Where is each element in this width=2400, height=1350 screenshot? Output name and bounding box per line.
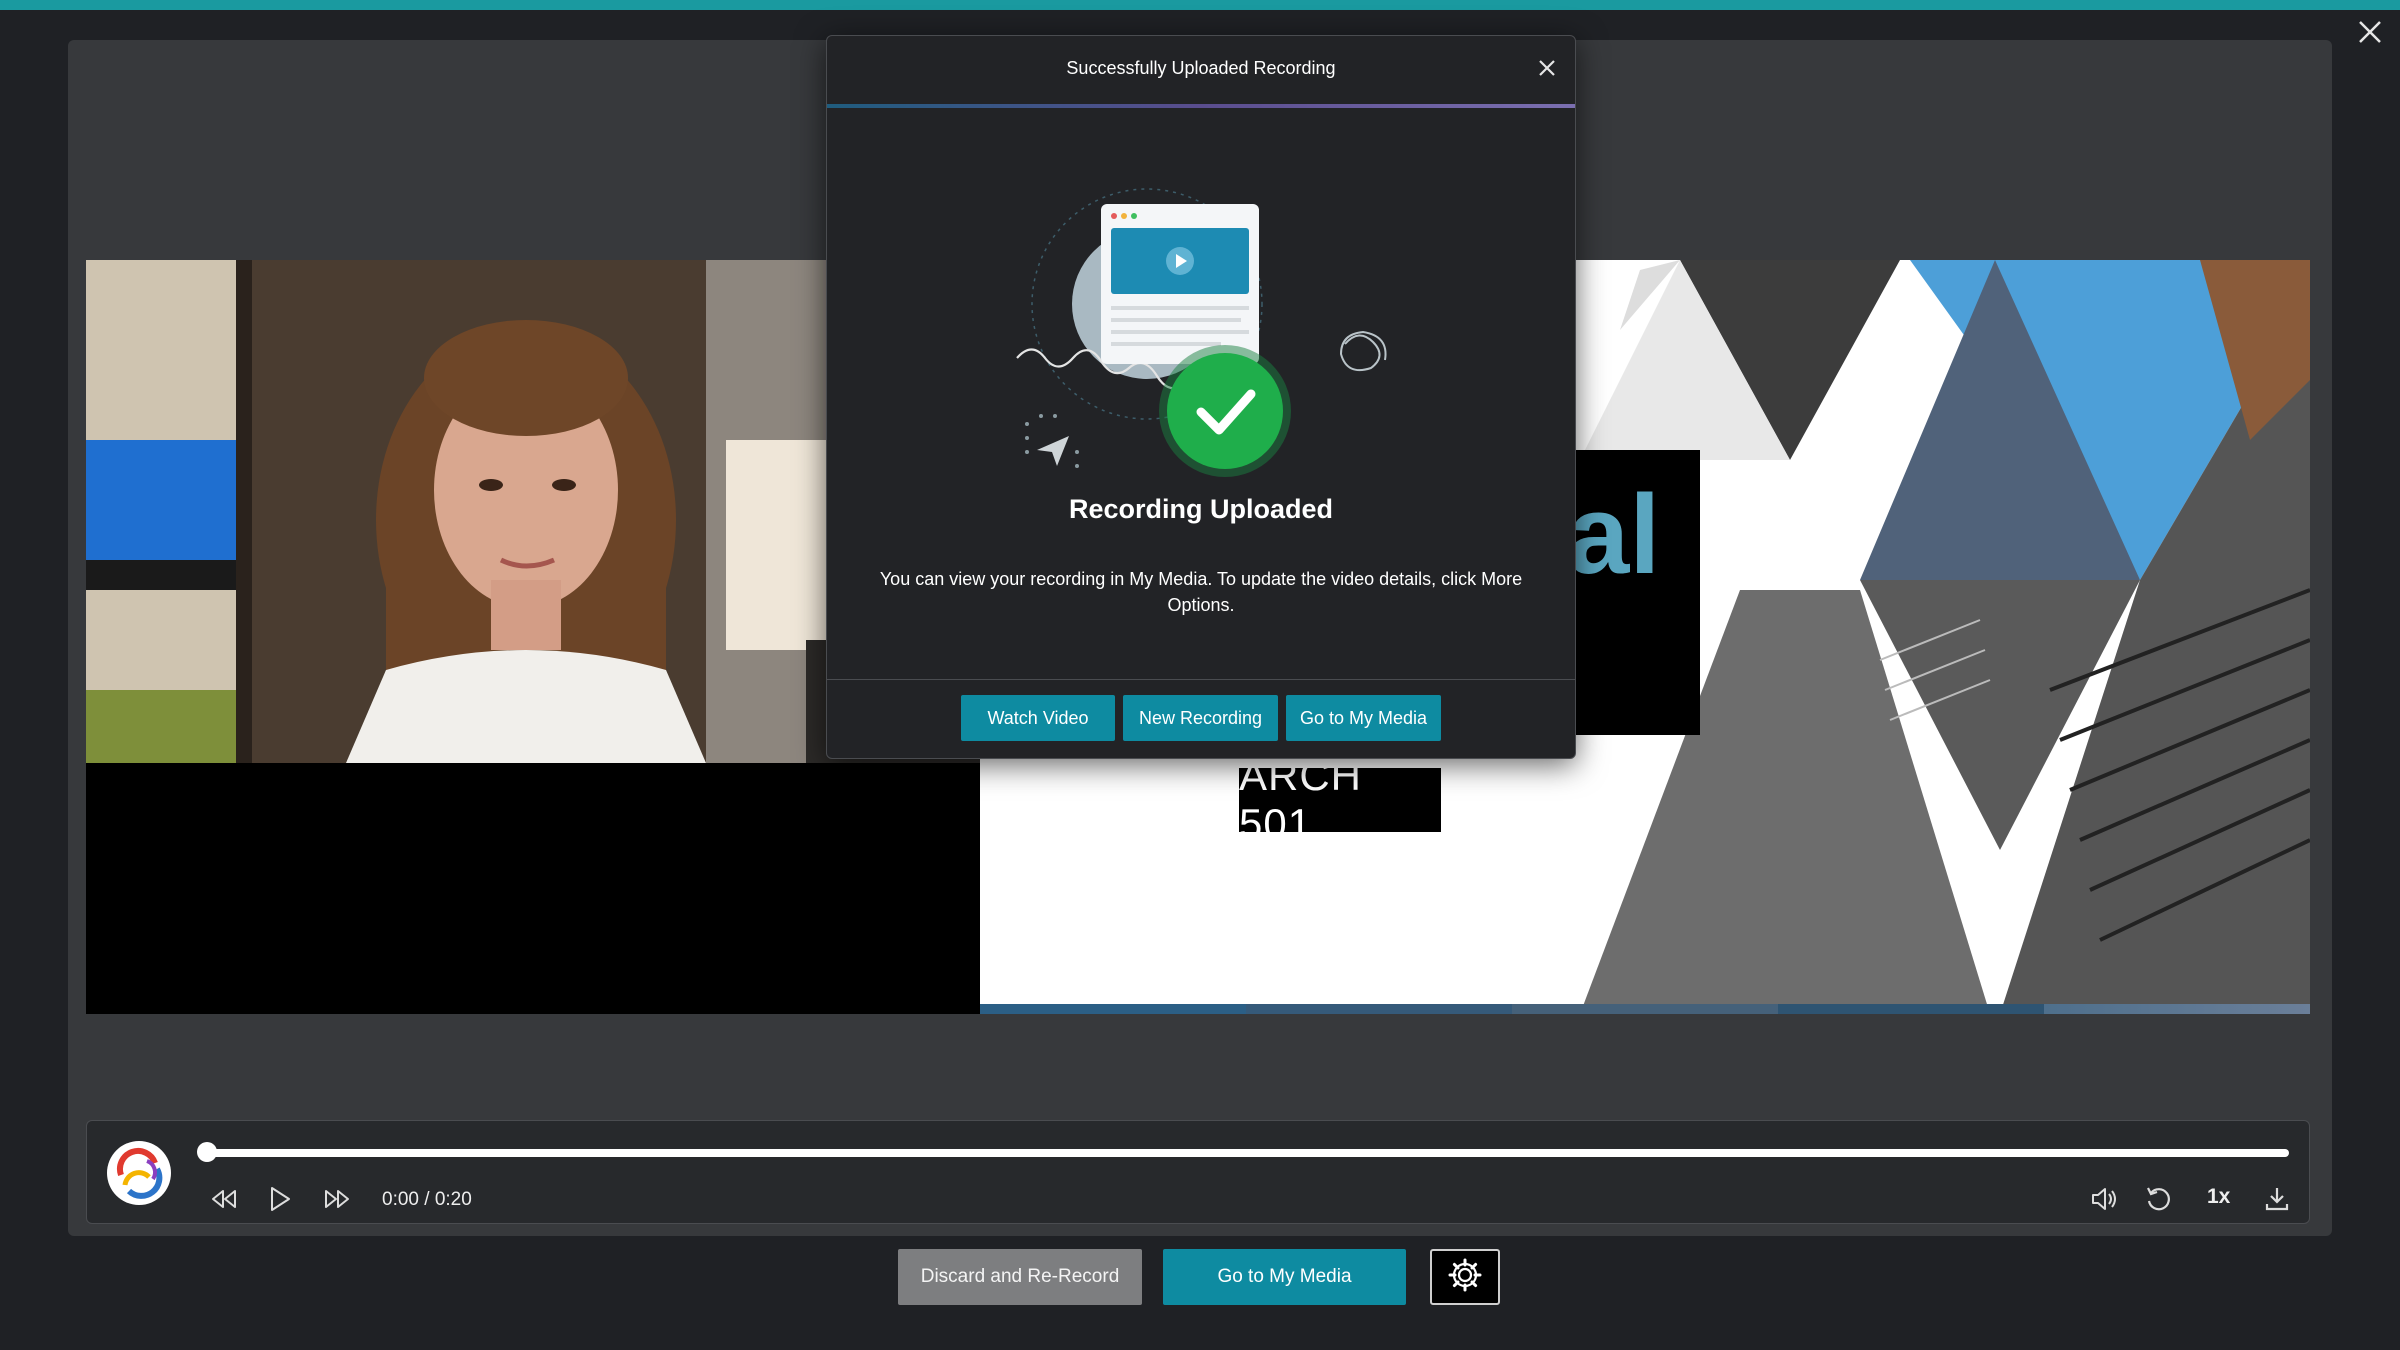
go-to-my-media-button[interactable]: Go to My Media (1163, 1249, 1406, 1305)
course-code-label: ARCH 501 (1239, 752, 1441, 847)
settings-button[interactable] (1430, 1249, 1500, 1305)
upload-success-dialog: Successfully Uploaded Recording Recordin… (826, 35, 1576, 759)
close-window-icon[interactable] (2354, 16, 2386, 48)
new-recording-button[interactable]: New Recording (1123, 695, 1278, 741)
dialog-heading: Recording Uploaded (1068, 494, 1333, 524)
settings-gear-icon (1447, 1257, 1483, 1298)
volume-icon[interactable] (2085, 1181, 2125, 1217)
rewind-icon[interactable] (204, 1181, 244, 1217)
dialog-divider (827, 104, 1575, 108)
player-controls: 0:00 / 0:20 1x (86, 1120, 2310, 1224)
upload-success-illustration (997, 146, 1405, 491)
slide-title-text: al (1575, 472, 1661, 597)
fast-forward-icon[interactable] (317, 1181, 357, 1217)
dialog-message: You can view your recording in My Media.… (879, 569, 1523, 615)
playback-speed[interactable]: 1x (2207, 1185, 2230, 1209)
dialog-title: Successfully Uploaded Recording (1066, 58, 1336, 78)
download-icon[interactable] (2257, 1181, 2297, 1217)
dialog-go-to-my-media-button[interactable]: Go to My Media (1286, 695, 1441, 741)
progress-bar[interactable] (203, 1149, 2289, 1157)
dialog-footer-divider (827, 679, 1575, 680)
watch-video-button[interactable]: Watch Video (961, 695, 1115, 741)
slide-footer-bar (980, 1004, 2310, 1014)
top-accent-bar (0, 0, 2400, 10)
close-icon[interactable] (1533, 54, 1561, 82)
time-display: 0:00 / 0:20 (382, 1189, 472, 1210)
replay-icon[interactable] (2139, 1181, 2179, 1217)
progress-handle[interactable] (197, 1142, 217, 1162)
slide-title-fragment: al (1575, 450, 1700, 735)
app-logo-icon (107, 1141, 171, 1205)
discard-rerecord-button[interactable]: Discard and Re-Record (898, 1249, 1142, 1305)
play-icon[interactable] (260, 1181, 300, 1217)
